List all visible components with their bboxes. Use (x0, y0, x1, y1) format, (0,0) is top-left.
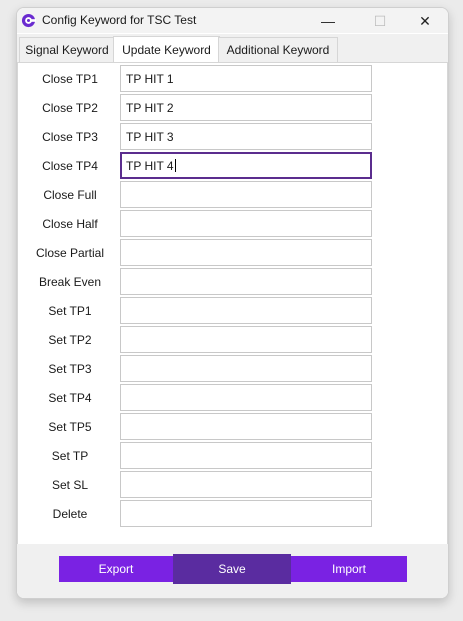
keyword-input-set-tp3[interactable] (120, 355, 372, 382)
keyword-input-set-tp1[interactable] (120, 297, 372, 324)
keyword-label: Set SL (51, 478, 89, 492)
keyword-input-close-full[interactable] (120, 181, 372, 208)
tab-strip: Signal Keyword Update Keyword Additional… (17, 34, 448, 63)
tab-signal-keyword[interactable]: Signal Keyword (19, 37, 115, 62)
keyword-label: Close TP2 (42, 101, 98, 115)
keyword-row-set-tp: Set TP (18, 442, 447, 471)
keyword-row-close-half: Close Half (18, 210, 447, 239)
keyword-row-break-even: Break Even (18, 268, 447, 297)
keyword-row-close-tp3: Close TP3 TP HIT 3 (18, 123, 447, 152)
tab-additional-keyword[interactable]: Additional Keyword (218, 37, 338, 62)
keyword-label: Close TP1 (42, 72, 98, 86)
keyword-label: Close TP3 (42, 130, 98, 144)
minimize-icon: — (321, 12, 335, 29)
config-keyword-window: Config Keyword for TSC Test — ☐ ✕ Signal… (16, 7, 449, 599)
keyword-input-set-tp2[interactable] (120, 326, 372, 353)
keyword-label: Set TP4 (48, 391, 92, 405)
keyword-input-delete[interactable] (120, 500, 372, 527)
keyword-label: Close Full (43, 188, 97, 202)
minimize-button[interactable]: — (305, 8, 351, 33)
keyword-row-close-full: Close Full (18, 181, 447, 210)
keyword-input-set-tp4[interactable] (120, 384, 372, 411)
keyword-row-close-tp4: Close TP4 TP HIT 4 (18, 152, 447, 181)
keyword-label: Set TP2 (48, 333, 92, 347)
keyword-row-delete: Delete (18, 500, 447, 529)
keyword-input-close-tp2[interactable]: TP HIT 2 (120, 94, 372, 121)
footer-bar: Export Save Import (17, 544, 448, 598)
save-button[interactable]: Save (173, 554, 291, 584)
keyword-input-close-tp3[interactable]: TP HIT 3 (120, 123, 372, 150)
keyword-input-set-sl[interactable] (120, 471, 372, 498)
update-keyword-panel: Close TP1 TP HIT 1 Close TP2 TP HIT 2 Cl… (17, 62, 448, 545)
title-bar[interactable]: Config Keyword for TSC Test — ☐ ✕ (17, 8, 448, 33)
keyword-input-set-tp[interactable] (120, 442, 372, 469)
app-logo-icon (21, 13, 36, 28)
keyword-label: Delete (52, 507, 88, 521)
text-caret (174, 159, 176, 172)
maximize-icon: ☐ (373, 12, 387, 29)
keyword-input-close-tp1[interactable]: TP HIT 1 (120, 65, 372, 92)
tab-update-keyword[interactable]: Update Keyword (113, 36, 220, 63)
keyword-row-close-tp2: Close TP2 TP HIT 2 (18, 94, 447, 123)
close-icon: ✕ (419, 12, 431, 29)
keyword-label: Set TP3 (48, 362, 92, 376)
keyword-label: Break Even (38, 275, 102, 289)
keyword-row-close-partial: Close Partial (18, 239, 447, 268)
keyword-row-set-sl: Set SL (18, 471, 447, 500)
keyword-input-break-even[interactable] (120, 268, 372, 295)
keyword-input-close-tp4[interactable]: TP HIT 4 (120, 152, 372, 179)
keyword-label: Set TP5 (48, 420, 92, 434)
keyword-input-set-tp5[interactable] (120, 413, 372, 440)
export-button[interactable]: Export (59, 556, 173, 582)
keyword-row-set-tp5: Set TP5 (18, 413, 447, 442)
keyword-row-set-tp2: Set TP2 (18, 326, 447, 355)
keyword-label: Close TP4 (42, 159, 98, 173)
import-button[interactable]: Import (291, 556, 407, 582)
keyword-input-value: TP HIT 4 (126, 158, 174, 173)
keyword-row-close-tp1: Close TP1 TP HIT 1 (18, 65, 447, 94)
keyword-input-close-half[interactable] (120, 210, 372, 237)
keyword-label: Close Partial (35, 246, 105, 260)
keyword-label: Close Half (42, 217, 98, 231)
keyword-label: Set TP (51, 449, 89, 463)
keyword-row-set-tp1: Set TP1 (18, 297, 447, 326)
window-title: Config Keyword for TSC Test (42, 13, 197, 27)
keyword-row-set-tp3: Set TP3 (18, 355, 447, 384)
keyword-label: Set TP1 (48, 304, 92, 318)
close-button[interactable]: ✕ (402, 8, 448, 33)
keyword-row-set-tp4: Set TP4 (18, 384, 447, 413)
maximize-button[interactable]: ☐ (357, 8, 403, 33)
keyword-input-close-partial[interactable] (120, 239, 372, 266)
